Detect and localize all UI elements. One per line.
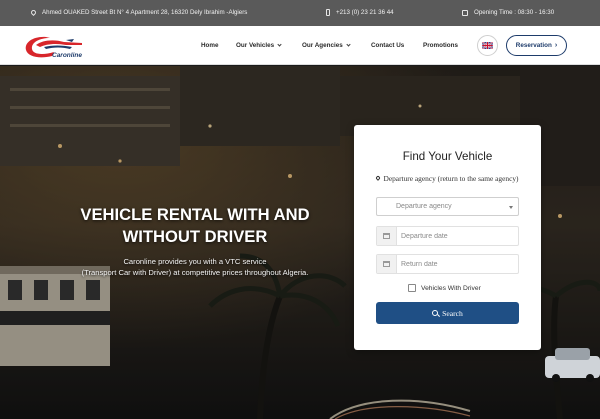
hero-section: VEHICLE RENTAL WITH AND WITHOUT DRIVER C… [0,66,600,419]
calendar-icon [462,9,468,16]
departure-calendar-addon [377,227,397,245]
phone-text[interactable]: +213 (0) 23 21 36 44 [336,9,394,16]
nav-our-vehicles-label: Our Vehicles [236,42,275,49]
hero-title-line-1: VEHICLE RENTAL WITH AND [80,205,310,224]
hero-title-line-2: WITHOUT DRIVER [122,227,268,246]
select-arrow-icon [509,206,513,209]
phone-info[interactable]: +213 (0) 23 21 36 44 [326,9,394,16]
nav-promotions[interactable]: Promotions [423,42,458,49]
search-button[interactable]: Search [376,302,519,324]
reservation-button[interactable]: Reservation › [506,35,567,56]
map-marker-icon [375,175,382,181]
departure-date-input[interactable] [401,229,511,243]
search-card-title: Find Your Vehicle [402,150,493,163]
hero-subtitle-line-1: Caronline provides you with a VTC servic… [123,257,267,266]
nav-our-agencies[interactable]: Our Agencies [302,42,351,49]
agency-label-text: Departure agency (return to the same age… [383,174,519,183]
hero-title: VEHICLE RENTAL WITH AND WITHOUT DRIVER [40,204,350,248]
calendar-icon [383,233,390,239]
nav-home[interactable]: Home [201,42,219,49]
search-icon [432,310,439,316]
chevron-down-icon [277,42,282,47]
opening-hours-text: Opening Time : 08:30 - 16:30 [474,9,555,16]
chevron-right-icon: › [554,42,558,49]
phone-icon [326,9,330,16]
return-date-field[interactable] [376,254,519,274]
departure-agency-select[interactable]: Departure agency [376,197,519,216]
with-driver-label: Vehicles With Driver [421,284,481,292]
uk-flag-icon [482,42,493,49]
reservation-label: Reservation [515,42,552,49]
return-calendar-addon [377,255,397,273]
address-text: Ahmed OUAKED Street Bt N° 4 Apartment 28… [42,9,248,16]
address-info: Ahmed OUAKED Street Bt N° 4 Apartment 28… [29,8,248,17]
agency-label: Departure agency (return to the same age… [372,174,523,183]
departure-agency-value: Departure agency [396,203,452,210]
chevron-down-icon [346,42,351,47]
nav-our-agencies-label: Our Agencies [302,42,343,49]
nav-our-vehicles[interactable]: Our Vehicles [236,42,282,49]
departure-date-field[interactable] [376,226,519,246]
map-pin-icon [29,8,38,17]
language-switcher[interactable] [477,35,498,56]
calendar-icon [383,261,390,267]
opening-hours-info: Opening Time : 08:30 - 16:30 [462,9,554,16]
logo-text: Caronline [52,52,82,59]
search-label: Search [442,308,463,318]
top-info-bar: Ahmed OUAKED Street Bt N° 4 Apartment 28… [0,0,600,26]
nav-contact-us[interactable]: Contact Us [371,42,404,49]
hero-subtitle-line-2: (Transport Car with Driver) at competiti… [81,268,309,277]
hero-subtitle: Caronline provides you with a VTC servic… [40,256,350,278]
caronline-logo[interactable]: Caronline [22,33,94,59]
return-date-input[interactable] [401,257,511,271]
with-driver-option[interactable]: Vehicles With Driver [408,284,481,292]
with-driver-checkbox[interactable] [408,284,416,292]
